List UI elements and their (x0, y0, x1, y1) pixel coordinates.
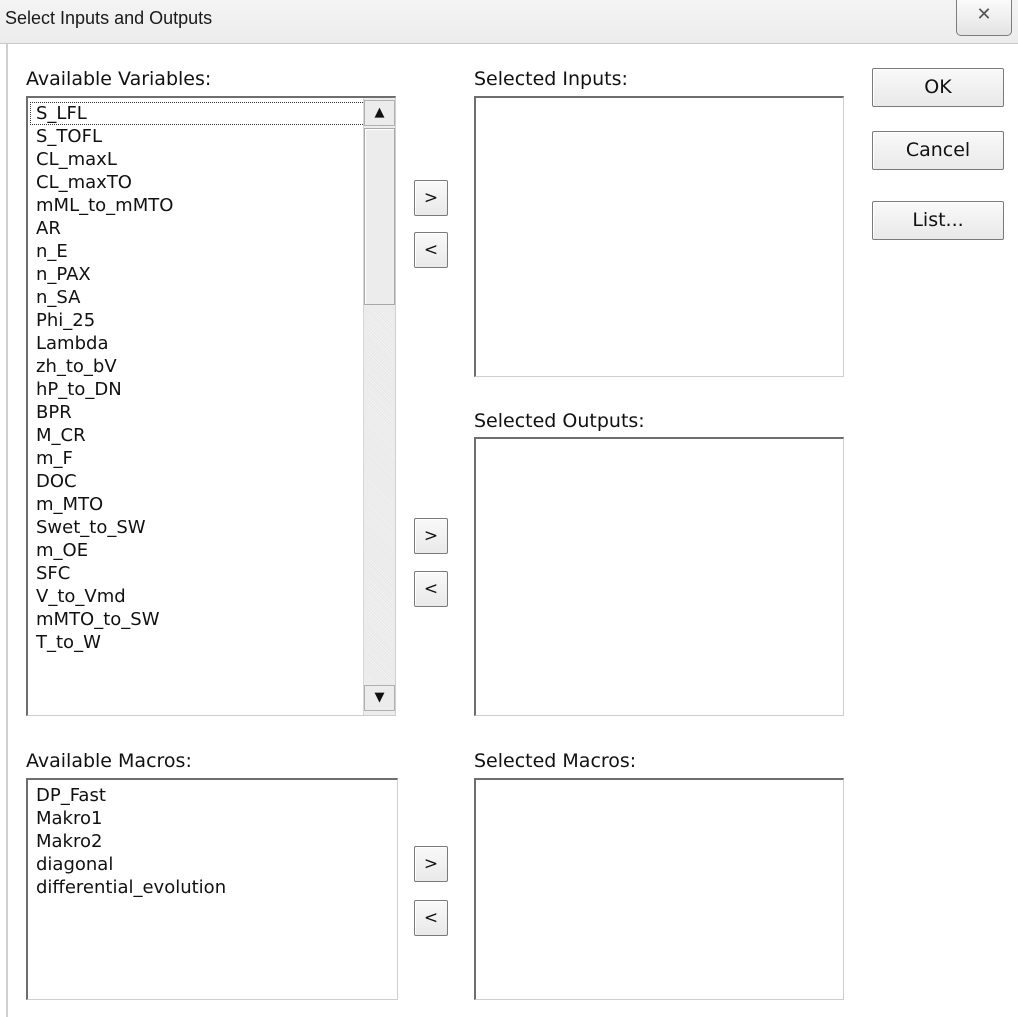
remove-output-button[interactable]: < (414, 571, 448, 607)
list-item[interactable]: m_F (28, 447, 395, 470)
list-item[interactable]: V_to_Vmd (28, 585, 395, 608)
scrollbar-thumb[interactable] (364, 128, 395, 305)
title-bar: Select Inputs and Outputs ✕ (0, 0, 1018, 44)
list-item[interactable]: m_MTO (28, 493, 395, 516)
list-item[interactable]: CL_maxL (28, 148, 395, 171)
list-item[interactable]: BPR (28, 401, 395, 424)
select-inputs-outputs-dialog: Select Inputs and Outputs ✕ Available Va… (0, 0, 1018, 1017)
close-icon: ✕ (976, 4, 992, 25)
list-item[interactable]: Makro1 (28, 807, 397, 830)
list-button[interactable]: List... (872, 201, 1004, 240)
scroll-down-button[interactable]: ▼ (364, 685, 395, 711)
list-item[interactable]: DOC (28, 470, 395, 493)
add-output-button[interactable]: > (414, 518, 448, 554)
list-item[interactable]: diagonal (28, 853, 397, 876)
selected-inputs-list[interactable] (474, 96, 844, 377)
available-macros-list[interactable]: DP_Fast Makro1 Makro2 diagonal differential_… (26, 778, 398, 1000)
remove-macro-button[interactable]: < (414, 900, 448, 936)
window-title: Select Inputs and Outputs (5, 8, 213, 28)
arrow-down-icon: ▼ (374, 690, 385, 705)
selected-inputs-label: Selected Inputs: (474, 68, 628, 90)
add-input-button[interactable]: > (414, 180, 448, 216)
list-item[interactable]: n_PAX (28, 263, 395, 286)
available-macros-items: DP_Fast Makro1 Makro2 diagonal differential_… (28, 784, 397, 899)
cancel-button[interactable]: Cancel (872, 131, 1004, 170)
list-item[interactable]: n_SA (28, 286, 395, 309)
list-item[interactable]: hP_to_DN (28, 378, 395, 401)
scroll-up-button[interactable]: ▲ (364, 100, 395, 126)
close-button[interactable]: ✕ (956, 0, 1012, 36)
list-item[interactable]: Makro2 (28, 830, 397, 853)
available-variables-label: Available Variables: (26, 68, 212, 90)
selected-outputs-list[interactable] (474, 437, 844, 716)
ok-button[interactable]: OK (872, 68, 1004, 107)
list-item[interactable]: differential_evolution (28, 876, 397, 899)
list-item[interactable]: AR (28, 217, 395, 240)
list-item[interactable]: Phi_25 (28, 309, 395, 332)
window-left-edge (6, 44, 8, 1017)
list-item[interactable]: T_to_W (28, 631, 395, 654)
selected-macros-label: Selected Macros: (474, 750, 637, 772)
list-item[interactable]: m_OE (28, 539, 395, 562)
list-item[interactable]: DP_Fast (28, 784, 397, 807)
list-item[interactable]: CL_maxTO (28, 171, 395, 194)
available-macros-label: Available Macros: (26, 750, 192, 772)
arrow-up-icon: ▲ (374, 105, 385, 120)
selected-outputs-label: Selected Outputs: (474, 410, 645, 432)
available-variables-list[interactable]: S_LFL S_TOFL CL_maxL CL_maxTO mML_to_mMTO AR n… (26, 96, 396, 716)
available-variables-items: S_LFL S_TOFL CL_maxL CL_maxTO mML_to_mMTO AR n… (28, 102, 395, 654)
list-item[interactable]: SFC (28, 562, 395, 585)
list-item[interactable]: mMTO_to_SW (28, 608, 395, 631)
remove-input-button[interactable]: < (414, 232, 448, 268)
list-item[interactable]: S_TOFL (28, 125, 395, 148)
list-item[interactable]: M_CR (28, 424, 395, 447)
list-item[interactable]: S_LFL (30, 102, 391, 125)
list-item[interactable]: Lambda (28, 332, 395, 355)
list-item[interactable]: mML_to_mMTO (28, 194, 395, 217)
list-item[interactable]: zh_to_bV (28, 355, 395, 378)
add-macro-button[interactable]: > (414, 846, 448, 882)
available-variables-scrollbar[interactable]: ▲ ▼ (363, 98, 395, 715)
list-item[interactable]: n_E (28, 240, 395, 263)
list-item[interactable]: Swet_to_SW (28, 516, 395, 539)
selected-macros-list[interactable] (474, 778, 844, 1000)
